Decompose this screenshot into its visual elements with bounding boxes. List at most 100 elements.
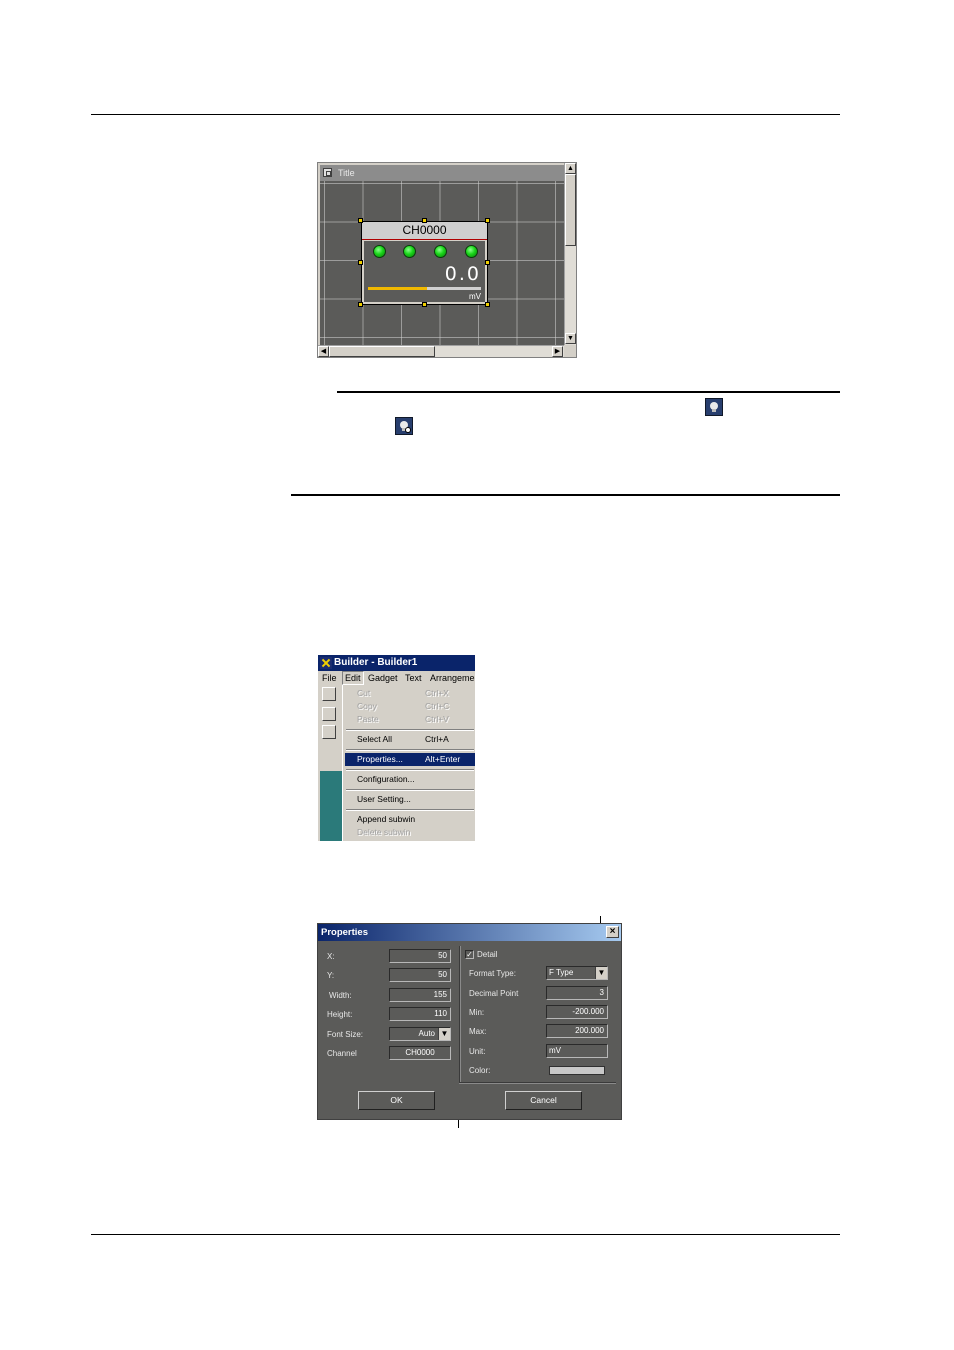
subwindow-preview bbox=[320, 771, 342, 841]
horizontal-scrollbar[interactable]: ◀ ▶ bbox=[318, 345, 564, 357]
note-rule-bottom bbox=[291, 494, 840, 496]
meter-gadget[interactable]: CH0000 0.0 mV bbox=[361, 221, 488, 305]
menu-item-properties[interactable]: Properties... Alt+Enter bbox=[345, 753, 475, 766]
header-rule bbox=[91, 114, 840, 115]
toolbar-strip bbox=[318, 685, 342, 841]
menu-item-paste[interactable]: Paste Ctrl+V bbox=[345, 713, 475, 726]
footer-rule bbox=[91, 1234, 840, 1235]
resize-handle-e[interactable] bbox=[485, 260, 490, 265]
label-color: Color: bbox=[469, 1066, 491, 1075]
dialog-titlebar: Properties × bbox=[318, 924, 621, 941]
window-title: Title bbox=[338, 168, 355, 178]
label-y: Y: bbox=[327, 971, 335, 980]
menu-separator bbox=[346, 769, 474, 771]
max-field[interactable]: 200.000 bbox=[546, 1024, 608, 1038]
status-lamp-4 bbox=[465, 245, 478, 258]
color-swatch[interactable] bbox=[549, 1066, 605, 1075]
status-lamp-3 bbox=[434, 245, 447, 258]
cancel-button[interactable]: Cancel bbox=[505, 1091, 582, 1110]
scroll-up-icon[interactable]: ▲ bbox=[565, 163, 576, 174]
edit-menu-screenshot: Builder - Builder1 File Edit Gadget Text… bbox=[318, 655, 475, 841]
resize-handle-se[interactable] bbox=[485, 302, 490, 307]
label-decimal-point: Decimal Point bbox=[469, 989, 519, 998]
height-field[interactable]: 110 bbox=[389, 1007, 451, 1021]
app-titlebar: Builder - Builder1 bbox=[318, 655, 475, 671]
menu-file[interactable]: File bbox=[322, 671, 337, 685]
font-size-select[interactable]: Auto ▼ bbox=[389, 1027, 451, 1041]
min-field[interactable]: -200.000 bbox=[546, 1005, 608, 1019]
label-unit: Unit: bbox=[469, 1047, 486, 1056]
x-field[interactable]: 50 bbox=[389, 949, 451, 963]
menu-item-configuration[interactable]: Configuration... bbox=[345, 773, 475, 786]
scroll-left-icon[interactable]: ◀ bbox=[318, 346, 329, 357]
vertical-scroll-thumb[interactable] bbox=[565, 174, 576, 246]
dialog-title: Properties bbox=[321, 927, 368, 938]
note-rule-top bbox=[337, 391, 840, 393]
label-detail: Detail bbox=[477, 950, 498, 959]
edit-dropdown-menu: Cut Ctrl+X Copy Ctrl+C Paste Ctrl+V Select … bbox=[342, 685, 475, 841]
vertical-scrollbar[interactable]: ▲ ▼ bbox=[564, 163, 576, 345]
gadget-bar-fill bbox=[368, 287, 427, 290]
menu-separator bbox=[346, 729, 474, 731]
label-width: Width: bbox=[329, 991, 352, 1000]
chevron-down-icon[interactable]: ▼ bbox=[438, 1028, 450, 1040]
decimal-point-field[interactable]: 3 bbox=[546, 986, 608, 1000]
menu-separator bbox=[346, 789, 474, 791]
status-lamp-2 bbox=[403, 245, 416, 258]
chevron-down-icon[interactable]: ▼ bbox=[595, 967, 607, 979]
label-x: X: bbox=[327, 952, 335, 961]
window-titlebar: Title bbox=[320, 165, 564, 181]
menu-edit[interactable]: Edit bbox=[342, 671, 364, 685]
width-field[interactable]: 155 bbox=[389, 988, 451, 1002]
builder-app-icon bbox=[320, 657, 332, 669]
gadget-unit: mV bbox=[469, 292, 481, 301]
format-type-value: F Type bbox=[549, 968, 574, 977]
menu-item-user-setting[interactable]: User Setting... bbox=[345, 793, 475, 806]
format-type-select[interactable]: F Type ▼ bbox=[546, 966, 608, 980]
menu-text[interactable]: Text bbox=[405, 671, 422, 685]
menu-item-select-all[interactable]: Select All Ctrl+A bbox=[345, 733, 475, 746]
font-size-value: Auto bbox=[418, 1029, 435, 1038]
menu-gadget[interactable]: Gadget bbox=[368, 671, 398, 685]
label-max: Max: bbox=[469, 1027, 487, 1036]
label-height: Height: bbox=[327, 1010, 353, 1019]
app-title: Builder - Builder1 bbox=[334, 657, 418, 668]
ok-button[interactable]: OK bbox=[358, 1091, 435, 1110]
resize-handle-nw[interactable] bbox=[358, 218, 363, 223]
channel-field[interactable]: CH0000 bbox=[389, 1046, 451, 1060]
resize-handle-s[interactable] bbox=[422, 302, 427, 307]
close-icon[interactable]: × bbox=[606, 926, 619, 938]
resize-handle-ne[interactable] bbox=[485, 218, 490, 223]
gadget-body: 0.0 mV bbox=[364, 241, 485, 302]
new-file-icon[interactable] bbox=[322, 687, 336, 701]
window-icon bbox=[323, 168, 332, 177]
gadget-value: 0.0 bbox=[444, 263, 481, 285]
select-arrow-icon[interactable] bbox=[322, 707, 336, 721]
scroll-right-icon[interactable]: ▶ bbox=[552, 346, 563, 357]
gadget-title: CH0000 bbox=[362, 222, 487, 240]
menu-arrangement[interactable]: Arrangemen bbox=[430, 671, 475, 685]
dialog-separator bbox=[459, 1082, 616, 1084]
line-tool-icon[interactable] bbox=[322, 725, 336, 739]
monitor-stop-toolbar-icon bbox=[395, 417, 413, 435]
menu-item-delete-subwin[interactable]: Delete subwin bbox=[345, 826, 475, 839]
resize-handle-w[interactable] bbox=[358, 260, 363, 265]
scroll-down-icon[interactable]: ▼ bbox=[565, 333, 576, 344]
status-lamp-1 bbox=[373, 245, 386, 258]
monitor-toolbar-icon bbox=[705, 398, 723, 416]
resize-handle-n[interactable] bbox=[422, 218, 427, 223]
gadget-bar bbox=[368, 287, 481, 290]
menu-item-append-subwin[interactable]: Append subwin bbox=[345, 813, 475, 826]
detail-checkbox[interactable]: ✓ bbox=[465, 950, 474, 959]
dialog-column-divider bbox=[459, 946, 461, 1082]
resize-handle-sw[interactable] bbox=[358, 302, 363, 307]
label-format-type: Format Type: bbox=[469, 969, 516, 978]
menu-item-copy[interactable]: Copy Ctrl+C bbox=[345, 700, 475, 713]
label-min: Min: bbox=[469, 1008, 485, 1017]
horizontal-scroll-thumb[interactable] bbox=[329, 346, 435, 357]
unit-field[interactable]: mV bbox=[546, 1044, 608, 1058]
menu-item-cut[interactable]: Cut Ctrl+X bbox=[345, 687, 475, 700]
y-field[interactable]: 50 bbox=[389, 968, 451, 982]
menubar: File Edit Gadget Text Arrangemen bbox=[318, 671, 475, 685]
properties-dialog: Properties × X: 50 Y: 50 Width: 155 Heig… bbox=[317, 923, 622, 1120]
